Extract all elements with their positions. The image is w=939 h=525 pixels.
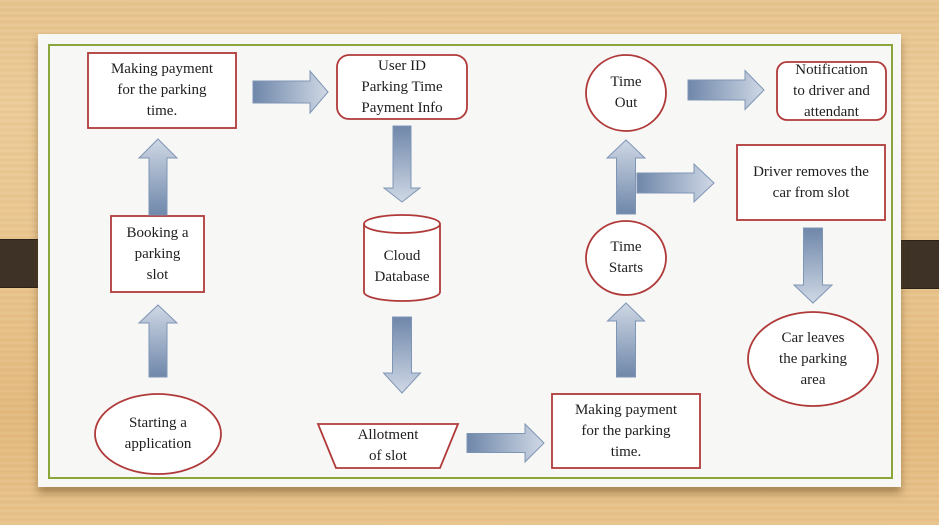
node-label: Booking a parking slot <box>126 224 189 283</box>
arrow-allotment-to-payment-2-icon <box>466 422 545 464</box>
node-payment-1: Making payment for the parking time. <box>88 53 236 128</box>
node-label: User ID Parking Time Payment Info <box>361 57 443 116</box>
node-label: Time Starts <box>608 239 644 276</box>
node-car-leaves: Car leaves the parking area <box>748 312 878 406</box>
node-time-out: Time Out <box>586 55 666 131</box>
arrow-start-app-to-booking-slot-icon <box>137 304 179 378</box>
arrow-driver-removes-to-car-leaves-icon <box>792 227 834 304</box>
arrow-cloud-db-to-allotment-icon <box>382 316 422 394</box>
node-user-info: User ID Parking Time Payment Info <box>337 55 467 119</box>
arrow-payment-2-to-time-starts-icon <box>606 302 646 378</box>
node-label: Notification to driver and attendant <box>793 61 870 120</box>
node-label: Making payment for the parking time. <box>110 61 214 119</box>
node-label: Allotment of slot <box>357 427 419 464</box>
arrow-booking-slot-to-payment-1-icon <box>137 138 179 216</box>
node-label: Car leaves the parking area <box>779 329 847 388</box>
node-notification: Notification to driver and attendant <box>777 62 886 120</box>
node-label: Starting a application <box>124 415 192 452</box>
node-cloud-db-top <box>363 214 441 234</box>
node-label: Driver removes the car from slot <box>753 163 869 201</box>
node-driver-removes: Driver removes the car from slot <box>737 145 885 220</box>
node-booking-slot: Booking a parking slot <box>111 216 204 292</box>
arrow-payment-1-to-user-info-icon <box>252 69 329 115</box>
arrow-time-out-to-notification-icon <box>687 69 765 111</box>
node-label: Making payment for the parking time. <box>574 401 678 460</box>
arrow-user-info-to-cloud-db-icon <box>382 125 422 203</box>
node-allotment: Allotment of slot <box>318 424 458 468</box>
arrow-time-starts-to-driver-removes-icon <box>636 162 715 204</box>
node-label: Cloud Database <box>374 248 430 285</box>
node-time-starts: Time Starts <box>586 221 666 295</box>
node-label: Time Out <box>610 74 642 111</box>
node-payment-2: Making payment for the parking time. <box>552 394 700 468</box>
node-cloud-db: Cloud Database <box>364 233 440 301</box>
node-start-app: Starting a application <box>95 394 221 474</box>
